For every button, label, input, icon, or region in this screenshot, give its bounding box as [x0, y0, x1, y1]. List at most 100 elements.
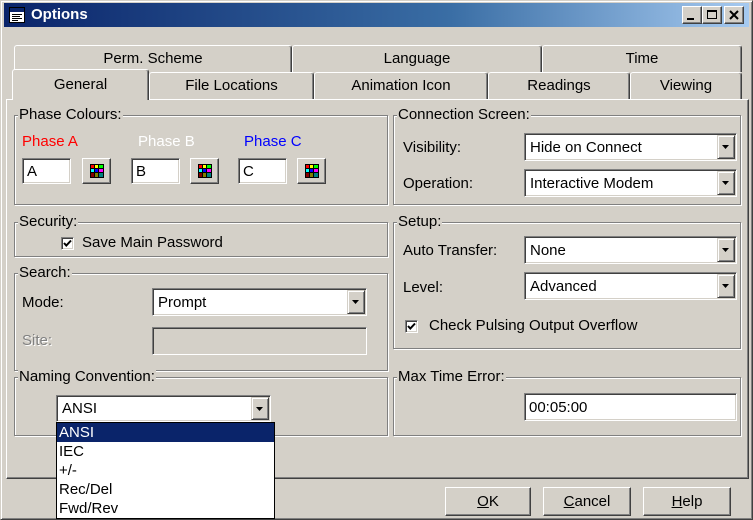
maximize-button[interactable]	[702, 6, 722, 24]
phase-c-color-button[interactable]	[297, 158, 326, 184]
visibility-dropdown[interactable]: Hide on Connect	[524, 133, 737, 161]
tab-perm-scheme[interactable]: Perm. Scheme	[14, 45, 292, 72]
tab-viewing[interactable]: Viewing	[630, 72, 742, 100]
phase-a-label: Phase A	[22, 133, 78, 150]
phase-a-field[interactable]	[22, 158, 71, 184]
button-accelerator: C	[563, 493, 575, 510]
dropdown-button[interactable]	[717, 238, 735, 262]
naming-option-iec[interactable]: IEC	[57, 442, 274, 461]
options-window-icon	[9, 7, 25, 23]
site-field	[152, 327, 367, 355]
group-legend: Phase Colours:	[18, 106, 123, 123]
level-value: Advanced	[530, 277, 597, 295]
chevron-down-icon	[722, 181, 729, 185]
auto-transfer-value: None	[530, 241, 566, 259]
save-main-password-label[interactable]: Save Main Password	[82, 232, 223, 254]
group-legend: Setup:	[397, 213, 443, 230]
connection-screen-group: Connection Screen: Visibility: Hide on C…	[393, 107, 741, 205]
mode-value: Prompt	[158, 293, 207, 311]
security-group: Security: Save Main Password	[14, 214, 388, 257]
group-legend: Connection Screen:	[397, 106, 531, 123]
dropdown-button[interactable]	[717, 274, 735, 298]
tab-label: General	[53, 76, 108, 93]
phase-b-label: Phase B	[138, 133, 195, 150]
phase-c-field[interactable]	[238, 158, 287, 184]
button-accelerator: H	[671, 493, 683, 510]
mode-label: Mode:	[22, 294, 64, 311]
title-bar: Options	[4, 3, 749, 27]
tab-label: Language	[383, 50, 451, 67]
phase-colours-group: Phase Colours: Phase A Phase B Phase C	[14, 107, 388, 205]
group-legend: Search:	[18, 264, 72, 281]
naming-option-plus-minus[interactable]: +/-	[57, 461, 274, 480]
visibility-value: Hide on Connect	[530, 138, 642, 156]
checkmark-icon	[407, 322, 416, 330]
naming-option-rec-del[interactable]: Rec/Del	[57, 480, 274, 499]
auto-transfer-label: Auto Transfer:	[403, 242, 498, 259]
group-legend: Security:	[18, 213, 79, 230]
check-pulsing-overflow-label[interactable]: Check Pulsing Output Overflow	[429, 315, 637, 337]
chevron-down-icon	[722, 145, 729, 149]
phase-b-field[interactable]	[131, 158, 180, 184]
dropdown-button[interactable]	[347, 290, 365, 314]
help-button[interactable]: Help	[643, 487, 731, 516]
ok-button[interactable]: OK	[445, 487, 531, 516]
level-label: Level:	[403, 279, 444, 296]
naming-option-fwd-rev[interactable]: Fwd/Rev	[57, 499, 274, 518]
button-accelerator: O	[477, 493, 489, 510]
chevron-down-icon	[256, 406, 263, 411]
chevron-down-icon	[352, 300, 359, 304]
check-pulsing-overflow-checkbox[interactable]	[405, 320, 418, 333]
dropdown-button[interactable]	[251, 397, 269, 420]
tab-time[interactable]: Time	[542, 45, 742, 72]
window-title: Options	[31, 6, 88, 23]
checkmark-icon	[63, 239, 72, 247]
naming-convention-value: ANSI	[62, 400, 98, 417]
dropdown-button[interactable]	[717, 135, 735, 159]
operation-value: Interactive Modem	[530, 174, 654, 192]
max-time-error-field[interactable]	[524, 393, 737, 421]
tab-label: Animation Icon	[351, 77, 451, 94]
tab-animation-icon[interactable]: Animation Icon	[314, 72, 488, 100]
button-label-rest: ancel	[574, 493, 611, 510]
color-palette-icon	[197, 164, 212, 182]
minimize-button[interactable]	[682, 6, 702, 24]
naming-convention-options-list: ANSI IEC +/- Rec/Del Fwd/Rev	[56, 422, 275, 519]
tab-general[interactable]: General	[12, 69, 149, 100]
button-label-rest: elp	[682, 493, 703, 510]
tab-readings[interactable]: Readings	[488, 72, 630, 100]
dropdown-button[interactable]	[717, 171, 735, 195]
button-label-rest: K	[488, 493, 499, 510]
tab-language[interactable]: Language	[292, 45, 542, 72]
color-palette-icon	[89, 164, 104, 182]
naming-option-ansi[interactable]: ANSI	[57, 423, 274, 442]
tab-label: File Locations	[185, 77, 278, 94]
tab-label: Time	[625, 50, 659, 67]
save-main-password-checkbox[interactable]	[61, 237, 74, 250]
phase-a-color-button[interactable]	[82, 158, 111, 184]
search-group: Search: Mode: Prompt Site:	[14, 265, 388, 371]
visibility-label: Visibility:	[403, 139, 462, 156]
color-palette-icon	[304, 164, 319, 182]
phase-b-color-button[interactable]	[190, 158, 219, 184]
tab-file-locations[interactable]: File Locations	[149, 72, 314, 100]
max-time-error-group: Max Time Error:	[393, 369, 741, 436]
cancel-button[interactable]: Cancel	[543, 487, 631, 516]
close-button[interactable]	[724, 6, 744, 24]
options-dialog: Options Perm. Scheme Language Time Gener…	[0, 0, 753, 520]
group-legend: Max Time Error:	[397, 368, 506, 385]
chevron-down-icon	[722, 248, 729, 252]
phase-c-label: Phase C	[244, 133, 302, 150]
site-label: Site:	[22, 332, 53, 349]
naming-convention-dropdown[interactable]: ANSI	[56, 395, 271, 422]
level-dropdown[interactable]: Advanced	[524, 272, 737, 300]
operation-dropdown[interactable]: Interactive Modem	[524, 169, 737, 197]
tab-label: Viewing	[659, 77, 713, 94]
chevron-down-icon	[722, 284, 729, 288]
tab-label: Readings	[527, 77, 591, 94]
auto-transfer-dropdown[interactable]: None	[524, 236, 737, 264]
tab-label: Perm. Scheme	[103, 50, 203, 67]
group-legend: Naming Convention:	[18, 368, 156, 385]
setup-group: Setup: Auto Transfer: None Level: Advanc…	[393, 214, 741, 349]
mode-dropdown[interactable]: Prompt	[152, 288, 367, 316]
